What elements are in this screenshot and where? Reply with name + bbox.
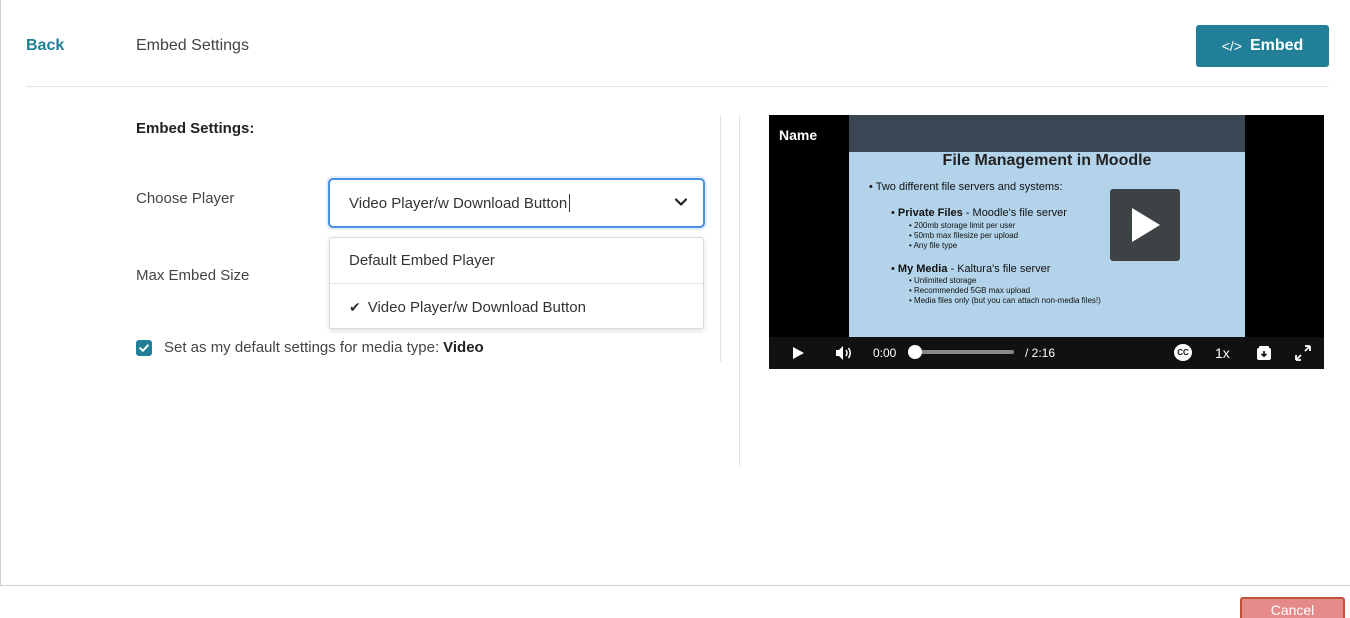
player-select[interactable]: Video Player/w Download Button <box>328 178 705 228</box>
code-icon: </> <box>1221 38 1242 54</box>
slide-line: • Two different file servers and systems… <box>869 181 1063 193</box>
page-title: Embed Settings <box>136 37 249 54</box>
player-select-value: Video Player/w Download Button <box>349 194 568 212</box>
player-dropdown: Default Embed Player ✔ Video Player/w Do… <box>329 237 704 329</box>
text-caret <box>569 194 571 212</box>
default-settings-label: Set as my default settings for media typ… <box>164 339 440 356</box>
column-divider <box>720 115 721 362</box>
slide-line: • Recommended 5GB max upload <box>909 286 1031 296</box>
slide-line: • Any file type <box>909 240 958 250</box>
slide-line: • Unlimited storage <box>909 276 977 286</box>
chevron-down-icon <box>674 198 688 206</box>
slide-title: File Management in Moodle <box>942 152 1152 169</box>
option-video-player-download[interactable]: ✔ Video Player/w Download Button <box>330 284 703 330</box>
fullscreen-icon[interactable] <box>1295 345 1311 361</box>
cancel-button[interactable]: Cancel <box>1240 597 1345 618</box>
default-settings-checkbox[interactable] <box>136 339 152 356</box>
video-player[interactable]: File Management in Moodle • Two differen… <box>769 115 1324 369</box>
video-name: Name <box>779 127 818 143</box>
checkmark-icon <box>139 343 149 352</box>
volume-icon[interactable] <box>835 345 853 361</box>
slide-line: • 50mb max filesize per upload <box>909 230 1019 240</box>
check-icon: ✔ <box>349 298 361 315</box>
slide-line: • Private Files - Moodle's file server <box>891 206 1067 219</box>
choose-player-label: Choose Player <box>136 190 235 207</box>
playback-speed-button[interactable]: 1x <box>1215 345 1230 361</box>
column-divider-right <box>739 115 740 467</box>
slide-line: • 200mb storage limit per user <box>909 220 1016 230</box>
back-link[interactable]: Back <box>26 37 64 55</box>
media-type-value: Video <box>443 339 484 356</box>
slide-line: • Media files only (but you can attach n… <box>909 296 1101 306</box>
slide-header-bar <box>849 115 1245 152</box>
option-default-embed-player[interactable]: Default Embed Player <box>330 238 703 284</box>
play-icon <box>1132 208 1160 242</box>
embed-button-label: Embed <box>1249 37 1304 54</box>
play-icon[interactable] <box>791 346 805 360</box>
progress-bar[interactable] <box>908 350 1014 354</box>
video-frame: File Management in Moodle • Two differen… <box>849 115 1245 337</box>
section-title: Embed Settings: <box>136 120 255 137</box>
progress-handle[interactable] <box>908 345 922 359</box>
option-label: Video Player/w Download Button <box>367 298 586 316</box>
player-controls: 0:00 / 2:16 CC 1x <box>769 337 1324 369</box>
slide-line: • My Media - Kaltura's file server <box>891 262 1051 275</box>
big-play-button[interactable] <box>1110 189 1180 261</box>
download-icon[interactable] <box>1256 345 1272 361</box>
closed-captions-icon[interactable]: CC <box>1174 344 1192 361</box>
slide-body: • Two different file servers and systems… <box>869 181 1239 306</box>
default-settings-row: Set as my default settings for media typ… <box>136 339 484 356</box>
max-embed-size-label: Max Embed Size <box>136 267 250 284</box>
duration: / 2:16 <box>1025 346 1056 360</box>
header: Back Embed Settings </> Embed <box>26 0 1329 87</box>
embed-button[interactable]: </> Embed <box>1196 25 1329 67</box>
option-label: Default Embed Player <box>349 252 495 269</box>
current-time: 0:00 <box>873 346 897 360</box>
